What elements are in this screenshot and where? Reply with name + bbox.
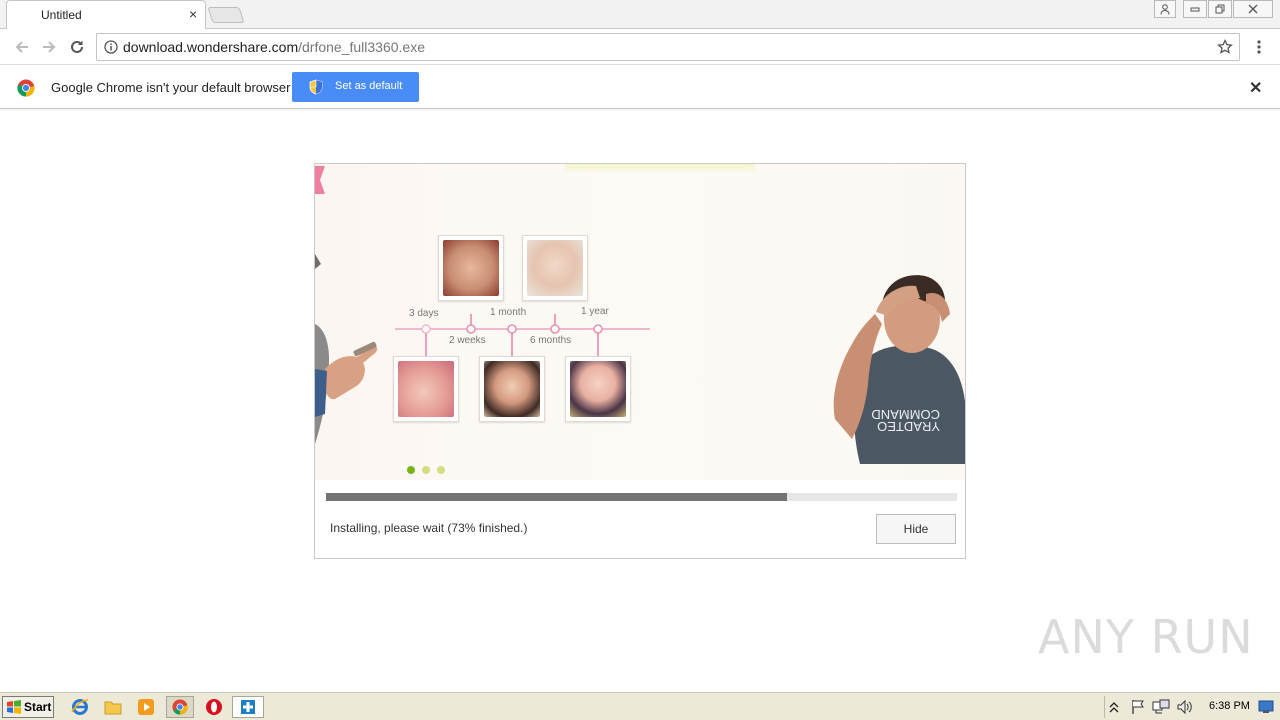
timeline-label-2-weeks: 2 weeks <box>449 335 486 346</box>
minimize-button[interactable] <box>1183 0 1207 18</box>
carousel-dot-3[interactable] <box>437 466 445 474</box>
set-default-button[interactable]: Set as default <box>292 72 419 102</box>
install-status-text: Installing, please wait (73% finished.) <box>330 521 528 535</box>
carousel-dot-2[interactable] <box>422 466 430 474</box>
menu-button[interactable] <box>1248 36 1270 58</box>
close-window-button[interactable] <box>1233 0 1273 18</box>
address-bar[interactable]: download.wondershare.com/drfone_full3360… <box>96 33 1240 61</box>
hide-button[interactable]: Hide <box>876 514 956 544</box>
windows-logo-icon <box>7 700 21 714</box>
stressed-man-illustration: COMMAND YRADTEO <box>833 275 965 464</box>
watermark-text: ANY RUN <box>1038 610 1254 664</box>
timeline-label-3-days: 3 days <box>409 308 439 319</box>
carousel-dot-1[interactable] <box>407 466 415 474</box>
timeline-label-1-month: 1 month <box>490 307 527 318</box>
show-desktop-icon[interactable] <box>1256 697 1276 717</box>
close-icon <box>1248 4 1258 14</box>
tab-title: Untitled <box>41 8 82 22</box>
bookmark-star-icon[interactable] <box>1217 39 1233 55</box>
timeline-label-1-year: 1 year <box>581 306 609 317</box>
baby-photo-6-months <box>565 356 631 422</box>
restore-button[interactable] <box>1208 0 1232 18</box>
baby-photo-2-weeks <box>479 356 545 422</box>
back-button[interactable] <box>11 36 33 58</box>
media-player-icon[interactable] <box>135 697 157 717</box>
network-icon[interactable] <box>1150 697 1172 717</box>
start-label: Start <box>24 700 52 714</box>
user-icon <box>1160 3 1170 15</box>
svg-text:YRADTEO: YRADTEO <box>877 419 940 434</box>
tab-close-icon[interactable]: × <box>189 6 197 22</box>
infobar-close-icon[interactable]: ✕ <box>1249 78 1262 98</box>
chrome-logo-icon <box>17 79 35 97</box>
tray-divider <box>1104 696 1105 718</box>
url-path: /drfone_full3360.exe <box>298 39 425 55</box>
action-center-flag-icon[interactable] <box>1127 697 1149 717</box>
hand-phone-illustration <box>315 254 378 444</box>
baby-photo-1-year <box>522 235 588 301</box>
forward-arrow-icon <box>43 41 56 53</box>
baby-photo-1-month <box>438 235 504 301</box>
info-icon <box>104 40 118 54</box>
ribbon-decoration <box>315 166 325 194</box>
chrome-icon <box>172 699 188 715</box>
url-host: download.wondershare.com <box>123 39 299 55</box>
reload-button[interactable] <box>66 36 88 58</box>
url-text: download.wondershare.com/drfone_full3360… <box>123 39 425 55</box>
tab-strip: Untitled × <box>0 0 1280 29</box>
opera-icon[interactable] <box>203 697 225 717</box>
folder-icon[interactable] <box>102 697 124 717</box>
windows-taskbar: Start 6:38 PM <box>0 692 1280 720</box>
profile-button[interactable] <box>1154 0 1176 18</box>
volume-icon[interactable] <box>1174 697 1196 717</box>
anyrun-watermark: ANY RUN <box>1038 610 1254 664</box>
new-tab-button[interactable] <box>207 7 245 23</box>
timeline-label-6-months: 6 months <box>530 335 572 346</box>
browser-tab[interactable]: Untitled × <box>6 0 206 29</box>
taskbar-clock: 6:38 PM <box>1209 700 1250 712</box>
uac-shield-icon <box>309 79 323 95</box>
forward-button[interactable] <box>38 36 60 58</box>
installer-dialog: 3 days 1 month 1 year 2 weeks 6 months C… <box>314 163 966 559</box>
kebab-menu-icon <box>1257 40 1261 54</box>
browser-toolbar: download.wondershare.com/drfone_full3360… <box>0 29 1280 65</box>
baby-photo-3-days <box>393 356 459 422</box>
infobar-message: Google Chrome isn't your default browser <box>51 80 291 95</box>
tray-expand-icon[interactable] <box>1106 697 1122 717</box>
ie-icon[interactable] <box>69 697 91 717</box>
installer-icon <box>241 700 255 714</box>
restore-icon <box>1215 4 1225 14</box>
default-browser-infobar: Google Chrome isn't your default browser… <box>0 66 1280 109</box>
start-button[interactable]: Start <box>2 696 54 718</box>
back-arrow-icon <box>15 41 28 53</box>
install-progress-fill <box>326 493 787 501</box>
installer-taskbar-button[interactable] <box>232 696 264 718</box>
banner-glow <box>565 164 755 174</box>
set-default-label: Set as default <box>335 80 403 92</box>
minimize-icon <box>1190 7 1200 12</box>
installer-banner: 3 days 1 month 1 year 2 weeks 6 months C… <box>315 164 965 480</box>
chrome-taskbar-button[interactable] <box>166 696 194 718</box>
reload-icon <box>71 40 83 53</box>
install-progress-bar <box>326 493 957 501</box>
